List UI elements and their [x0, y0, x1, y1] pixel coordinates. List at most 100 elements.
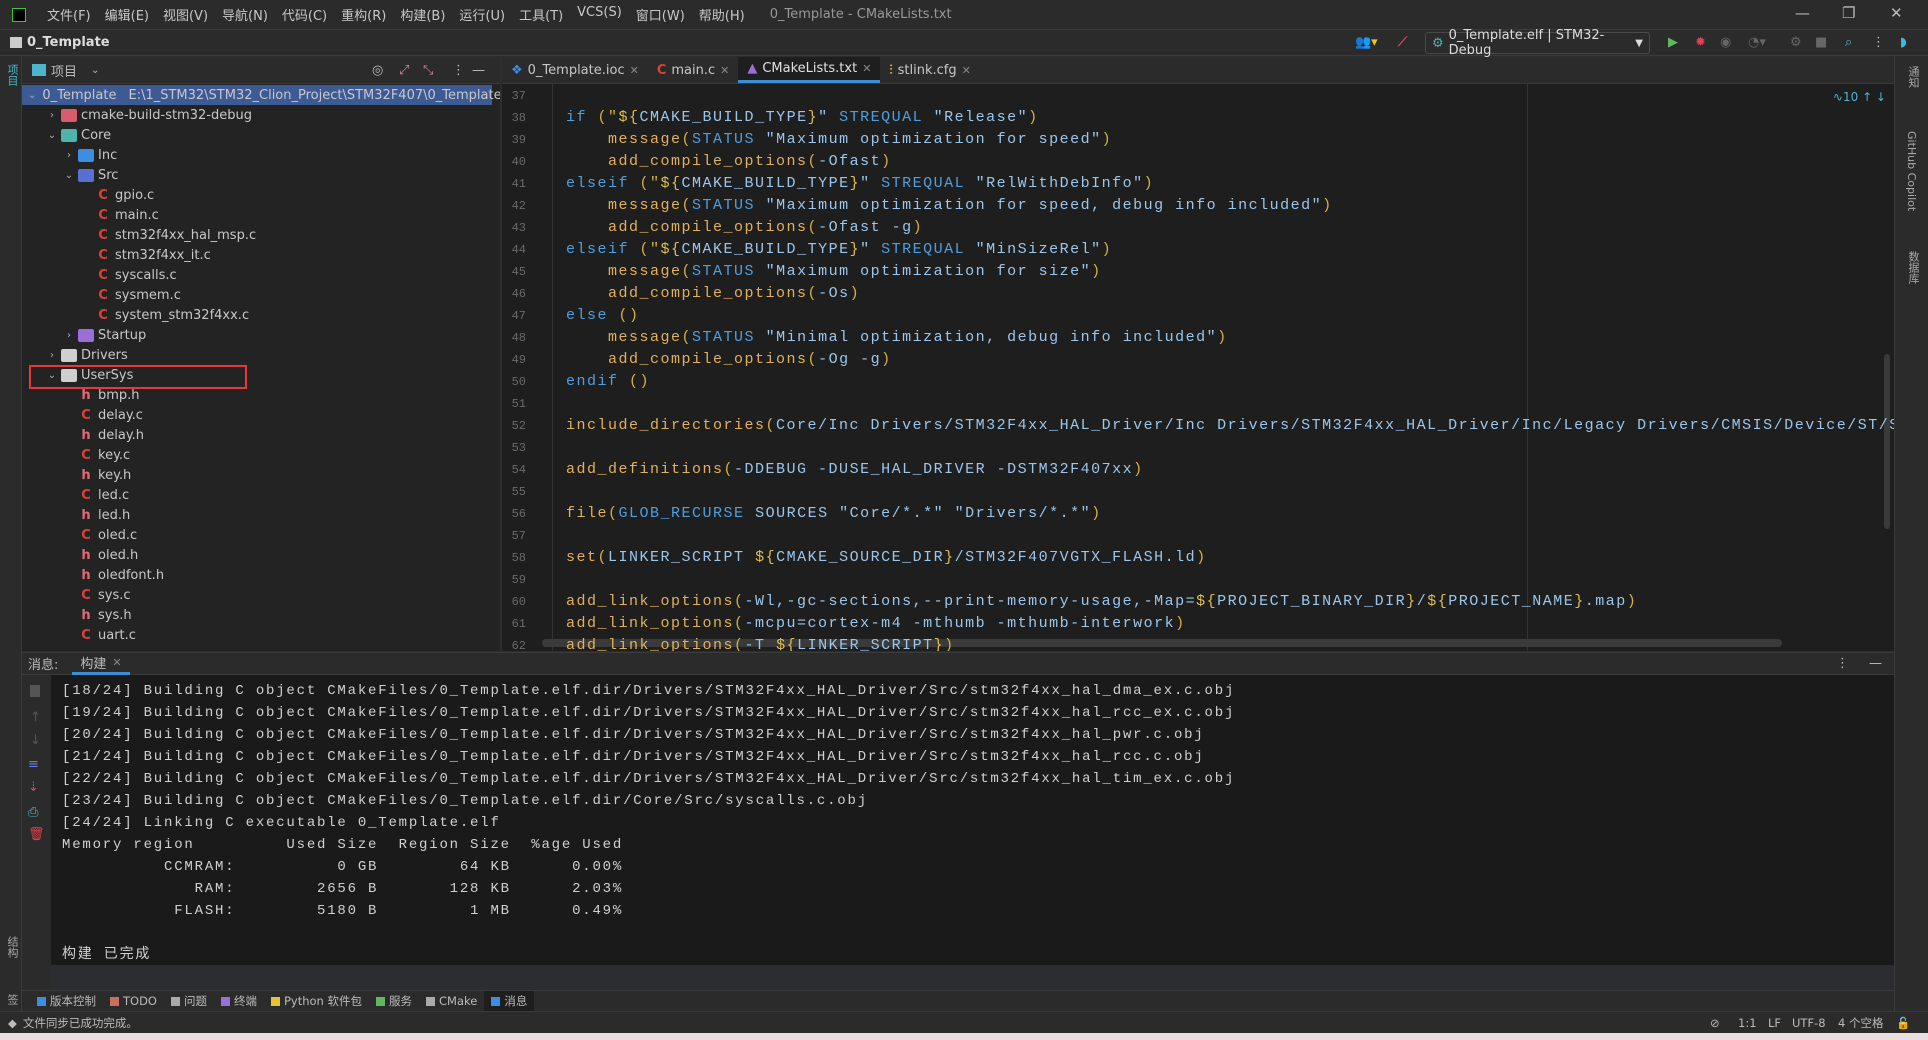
tree-item[interactable]: Cgpio.c	[22, 185, 492, 205]
code-editor[interactable]: ∿10 ↑ ↓ 37 38 if ("${CMAKE_BUILD_TYPE}" ST…	[502, 84, 1894, 651]
chevron-right-icon[interactable]: ›	[45, 350, 59, 361]
tree-item[interactable]: Cmain.c	[22, 205, 492, 225]
tab-cmakelists-txt[interactable]: ▲ CMakeLists.txt ✕	[738, 57, 881, 83]
tool-window-3[interactable]: 终端	[214, 991, 264, 1012]
tool-window-6[interactable]: CMake	[419, 991, 484, 1012]
file-encoding[interactable]: UTF-8	[1792, 1016, 1826, 1030]
vcs-users-icon[interactable]: 👥▾	[1355, 35, 1378, 50]
tree-item[interactable]: Cstm32f4xx_hal_msp.c	[22, 225, 492, 245]
options-icon[interactable]: ⋮	[452, 63, 465, 78]
tree-item[interactable]: h key.h	[22, 465, 492, 485]
stop-icon[interactable]: ■	[1815, 35, 1827, 50]
profiler-icon[interactable]: ◔▾	[1748, 35, 1766, 50]
hide-panel-icon[interactable]: —	[1869, 656, 1882, 671]
tree-item[interactable]: Cstm32f4xx_it.c	[22, 245, 492, 265]
menu-item[interactable]: 运行(U)	[452, 5, 512, 24]
locate-icon[interactable]: ◎	[372, 63, 383, 78]
stripe-structure[interactable]: 结构	[4, 936, 20, 958]
menu-item[interactable]: 编辑(E)	[98, 5, 156, 24]
print-icon[interactable]: ⎙	[28, 805, 38, 820]
chevron-down-icon[interactable]: ⌄	[91, 65, 99, 76]
menu-item[interactable]: 工具(T)	[512, 5, 570, 24]
tree-item[interactable]: ⌄ 0_Template E:\1_STM32\STM32_Clion_Projec…	[22, 85, 500, 105]
stripe-database[interactable]: 数据库	[1905, 251, 1921, 284]
tree-item[interactable]: › Drivers	[22, 345, 492, 365]
hide-panel-icon[interactable]: —	[472, 63, 485, 78]
menu-item[interactable]: 文件(F)	[40, 5, 98, 24]
chevron-down-icon[interactable]: ⌄	[28, 90, 36, 101]
line-ending[interactable]: LF	[1768, 1016, 1781, 1030]
tree-item[interactable]: › cmake-build-stm32-debug	[22, 105, 492, 125]
menu-item[interactable]: 视图(V)	[156, 5, 215, 24]
build-hammer-icon[interactable]: ⟋	[1398, 35, 1407, 50]
tree-item[interactable]: Csystem_stm32f4xx.c	[22, 305, 492, 325]
menu-item[interactable]: 帮助(H)	[692, 5, 752, 24]
attach-icon[interactable]: ⚙	[1790, 35, 1802, 50]
minimize-button[interactable]: —	[1795, 4, 1810, 22]
tool-window-4[interactable]: Python 软件包	[264, 991, 369, 1012]
tab-main-c[interactable]: Cmain.c ✕	[648, 57, 739, 83]
restore-button[interactable]: ❐	[1842, 4, 1855, 22]
tool-window-1[interactable]: TODO	[103, 991, 164, 1012]
close-icon[interactable]: ✕	[962, 64, 971, 77]
arrow-down-icon[interactable]: ↓	[30, 733, 41, 748]
tab-build[interactable]: 构建 ✕	[72, 652, 130, 675]
indent-setting[interactable]: 4 个空格	[1838, 1015, 1883, 1031]
debug-icon[interactable]: ✹	[1695, 35, 1706, 50]
chevron-down-icon[interactable]: ⌄	[45, 130, 59, 141]
menu-item[interactable]: 构建(B)	[393, 5, 452, 24]
menu-item[interactable]: 窗口(W)	[629, 5, 692, 24]
tree-item[interactable]: h sys.h	[22, 605, 492, 625]
close-icon[interactable]: ✕	[630, 64, 639, 77]
menu-item[interactable]: 导航(N)	[215, 5, 275, 24]
tree-item[interactable]: h oled.h	[22, 545, 492, 565]
soft-wrap-icon[interactable]: ≡	[28, 757, 39, 772]
options-icon[interactable]: ⋮	[1836, 656, 1849, 671]
tab-stlink-cfg[interactable]: ⫶ stlink.cfg ✕	[880, 57, 979, 83]
tree-item[interactable]: Csyscalls.c	[22, 265, 492, 285]
search-icon[interactable]: ⌕	[1845, 35, 1852, 50]
caret-position[interactable]: 1:1	[1738, 1016, 1757, 1030]
close-icon[interactable]: ✕	[112, 656, 121, 669]
arrow-up-icon[interactable]: ↑	[30, 710, 41, 725]
expand-all-icon[interactable]: ⤢	[399, 63, 409, 78]
tab-0_template-ioc[interactable]: ❖ 0_Template.ioc ✕	[502, 57, 648, 83]
tree-item[interactable]: Cled.c	[22, 485, 492, 505]
chevron-down-icon[interactable]: ⌄	[62, 170, 76, 181]
stripe-notifications[interactable]: 通知	[1905, 66, 1921, 88]
tree-item[interactable]: h delay.h	[22, 425, 492, 445]
copilot-icon[interactable]: ◗	[1900, 35, 1907, 50]
tool-window-7[interactable]: 消息	[484, 990, 535, 1012]
run-with-coverage-icon[interactable]: ◉	[1720, 35, 1731, 50]
chevron-right-icon[interactable]: ›	[62, 330, 76, 341]
tree-item[interactable]: Ckey.c	[22, 445, 492, 465]
menu-item[interactable]: 代码(C)	[275, 5, 334, 24]
stop-icon[interactable]	[30, 685, 40, 697]
no-power-save-icon[interactable]: ⊘	[1710, 1016, 1720, 1030]
tool-window-2[interactable]: 问题	[164, 991, 214, 1012]
stripe-project[interactable]: 项目	[4, 64, 20, 86]
more-icon[interactable]: ⋮	[1872, 35, 1885, 50]
tree-item[interactable]: Csys.c	[22, 585, 492, 605]
tree-item[interactable]: › Startup	[22, 325, 492, 345]
project-breadcrumb[interactable]: 0_Template	[27, 35, 110, 50]
tree-item[interactable]: › Inc	[22, 145, 492, 165]
run-config-select[interactable]: ⚙ 0_Template.elf | STM32-Debug ▼	[1425, 28, 1650, 58]
tree-item[interactable]: ⌄ Core	[22, 125, 492, 145]
tree-item[interactable]: h oledfont.h	[22, 565, 492, 585]
tree-item[interactable]: Cdelay.c	[22, 405, 492, 425]
chevron-right-icon[interactable]: ›	[45, 110, 59, 121]
run-icon[interactable]: ▶	[1668, 35, 1678, 50]
tree-item[interactable]: Coled.c	[22, 525, 492, 545]
tree-item[interactable]: Cuart.c	[22, 625, 492, 645]
tool-window-0[interactable]: 版本控制	[30, 991, 103, 1012]
trash-icon[interactable]: 🗑	[28, 827, 45, 842]
lock-icon[interactable]: 🔓	[1896, 1016, 1910, 1030]
close-button[interactable]: ✕	[1890, 4, 1903, 22]
tree-item[interactable]: Csysmem.c	[22, 285, 492, 305]
tree-item[interactable]: h led.h	[22, 505, 492, 525]
chevron-right-icon[interactable]: ›	[62, 150, 76, 161]
scroll-to-end-icon[interactable]: ⇣	[28, 780, 39, 795]
collapse-all-icon[interactable]: ⤡	[423, 63, 433, 78]
close-icon[interactable]: ✕	[720, 64, 729, 77]
